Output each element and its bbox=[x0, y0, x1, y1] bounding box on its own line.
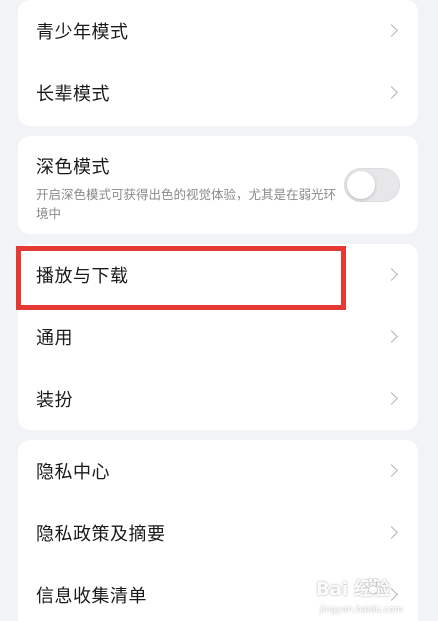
chevron-right-icon bbox=[385, 86, 398, 99]
settings-item-elder-mode[interactable]: 长辈模式 bbox=[18, 62, 418, 124]
chevron-right-icon bbox=[385, 464, 398, 477]
settings-page: 青少年模式 长辈模式 深色模式 开启深色模式可获得出色的视觉体验，尤其是在弱光环… bbox=[0, 0, 438, 621]
modes-card: 青少年模式 长辈模式 bbox=[18, 0, 418, 126]
settings-item-teen-mode[interactable]: 青少年模式 bbox=[18, 0, 418, 62]
dark-mode-title: 深色模式 bbox=[36, 157, 110, 178]
toggle-knob bbox=[347, 171, 375, 199]
settings-item-general[interactable]: 通用 bbox=[18, 306, 418, 368]
info-collection-label: 信息收集清单 bbox=[36, 586, 147, 607]
chevron-right-icon bbox=[385, 392, 398, 405]
dress-up-label: 装扮 bbox=[36, 390, 73, 411]
dark-mode-card: 深色模式 开启深色模式可获得出色的视觉体验，尤其是在弱光环境中 bbox=[18, 136, 418, 234]
elder-mode-label: 长辈模式 bbox=[36, 84, 110, 105]
chevron-right-icon bbox=[385, 330, 398, 343]
highlight-box bbox=[16, 246, 346, 310]
settings-item-dark-mode: 深色模式 开启深色模式可获得出色的视觉体验，尤其是在弱光环境中 bbox=[18, 136, 418, 234]
general-label: 通用 bbox=[36, 328, 73, 349]
dark-mode-description: 开启深色模式可获得出色的视觉体验，尤其是在弱光环境中 bbox=[36, 187, 337, 221]
paw-icon bbox=[364, 578, 382, 594]
watermark-url: jingyan.baidu.com bbox=[320, 605, 404, 615]
settings-item-privacy-policy[interactable]: 隐私政策及摘要 bbox=[18, 502, 418, 564]
teen-mode-label: 青少年模式 bbox=[36, 22, 129, 43]
dark-mode-toggle[interactable] bbox=[344, 168, 400, 202]
settings-item-dress-up[interactable]: 装扮 bbox=[18, 368, 418, 430]
chevron-right-icon bbox=[385, 526, 398, 539]
baidu-jingyan-watermark: Bai 经验 jingyan.baidu.com bbox=[316, 575, 428, 615]
privacy-policy-label: 隐私政策及摘要 bbox=[36, 524, 166, 545]
privacy-center-label: 隐私中心 bbox=[36, 462, 110, 483]
settings-item-privacy-center[interactable]: 隐私中心 bbox=[18, 440, 418, 502]
chevron-right-icon bbox=[385, 24, 398, 37]
chevron-right-icon bbox=[385, 268, 398, 281]
